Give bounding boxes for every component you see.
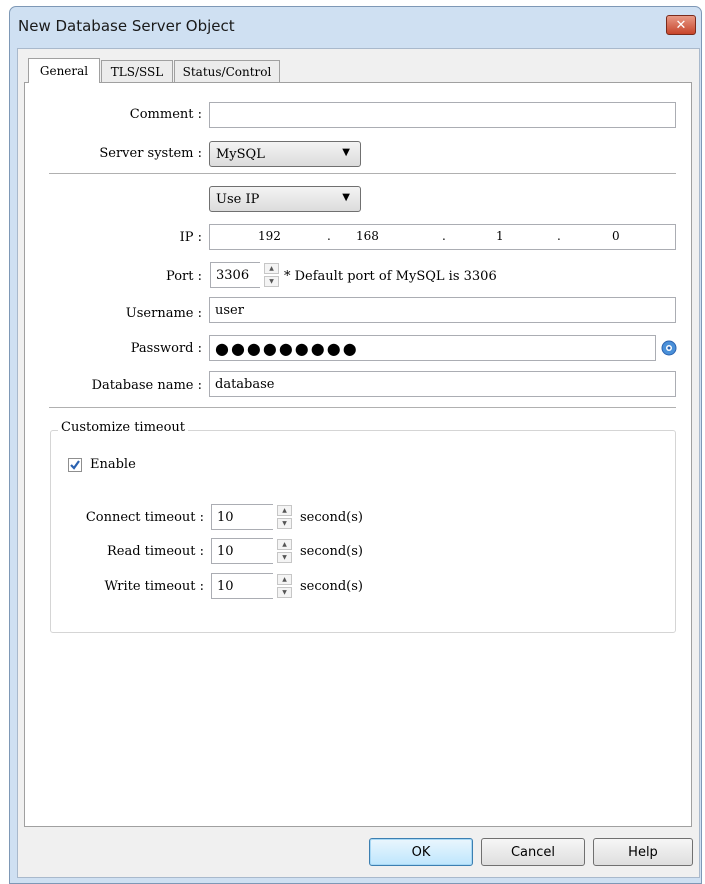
comment-field[interactable] [209,102,676,128]
spin-up-icon[interactable]: ▲ [277,505,292,516]
server-system-dropdown[interactable]: MySQL ▼ [209,141,361,167]
spin-up-icon[interactable]: ▲ [277,539,292,550]
chevron-down-icon: ▼ [342,192,350,203]
spin-down-icon[interactable]: ▼ [264,276,279,287]
divider [49,173,676,174]
database-name-label: Database name : [91,378,202,393]
close-icon: ✕ [675,17,687,33]
spin-down-icon[interactable]: ▼ [277,587,292,598]
write-timeout-spinner[interactable]: ▲ ▼ [277,574,292,598]
ip-label: IP : [179,230,202,245]
close-button[interactable]: ✕ [666,15,696,35]
spin-up-icon[interactable]: ▲ [264,263,279,274]
enable-checkbox[interactable] [68,458,82,472]
server-system-value: MySQL [216,146,265,162]
username-field[interactable]: user [209,297,676,323]
spin-up-icon[interactable]: ▲ [277,574,292,585]
customize-timeout-title: Customize timeout [58,420,189,435]
read-timeout-spinner[interactable]: ▲ ▼ [277,539,292,563]
read-timeout-label: Read timeout : [106,544,204,559]
port-spinner[interactable]: ▲ ▼ [264,263,279,287]
address-mode-value: Use IP [216,191,260,207]
eye-icon[interactable] [661,340,677,356]
chevron-down-icon: ▼ [342,147,350,158]
help-button[interactable]: Help [593,838,693,866]
ip-separator: . [442,229,446,243]
ip-octet-1[interactable]: 192 [258,229,281,243]
port-field[interactable]: 3306 [210,262,260,288]
tab-tls-ssl[interactable]: TLS/SSL [101,60,173,82]
connect-timeout-unit: second(s) [300,510,363,525]
customize-timeout-group [50,430,676,633]
read-timeout-field[interactable]: 10 [211,538,273,564]
ip-octet-4[interactable]: 0 [612,229,620,243]
tab-status-control[interactable]: Status/Control [174,60,280,82]
connect-timeout-field[interactable]: 10 [211,504,273,530]
comment-label: Comment : [129,107,202,122]
write-timeout-unit: second(s) [300,579,363,594]
connect-timeout-label: Connect timeout : [85,510,204,525]
username-label: Username : [125,306,202,321]
password-label: Password : [130,341,202,356]
write-timeout-label: Write timeout : [104,579,204,594]
port-label: Port : [166,269,202,284]
window-title: New Database Server Object [18,17,235,35]
write-timeout-field[interactable]: 10 [211,573,273,599]
ip-octet-2[interactable]: 168 [356,229,379,243]
checkmark-icon [70,460,80,470]
database-name-field[interactable]: database [209,371,676,397]
ip-octet-3[interactable]: 1 [496,229,504,243]
spin-down-icon[interactable]: ▼ [277,552,292,563]
spin-down-icon[interactable]: ▼ [277,518,292,529]
connect-timeout-spinner[interactable]: ▲ ▼ [277,505,292,529]
enable-label: Enable [90,457,136,472]
ip-separator: . [327,229,331,243]
password-field[interactable]: ●●●●●●●●● [209,335,656,361]
cancel-button[interactable]: Cancel [481,838,585,866]
address-mode-dropdown[interactable]: Use IP ▼ [209,186,361,212]
tab-general[interactable]: General [28,58,100,83]
ok-button[interactable]: OK [369,838,473,866]
server-system-label: Server system : [99,146,202,161]
divider [49,407,676,408]
read-timeout-unit: second(s) [300,544,363,559]
port-note: * Default port of MySQL is 3306 [284,269,497,284]
ip-separator: . [557,229,561,243]
